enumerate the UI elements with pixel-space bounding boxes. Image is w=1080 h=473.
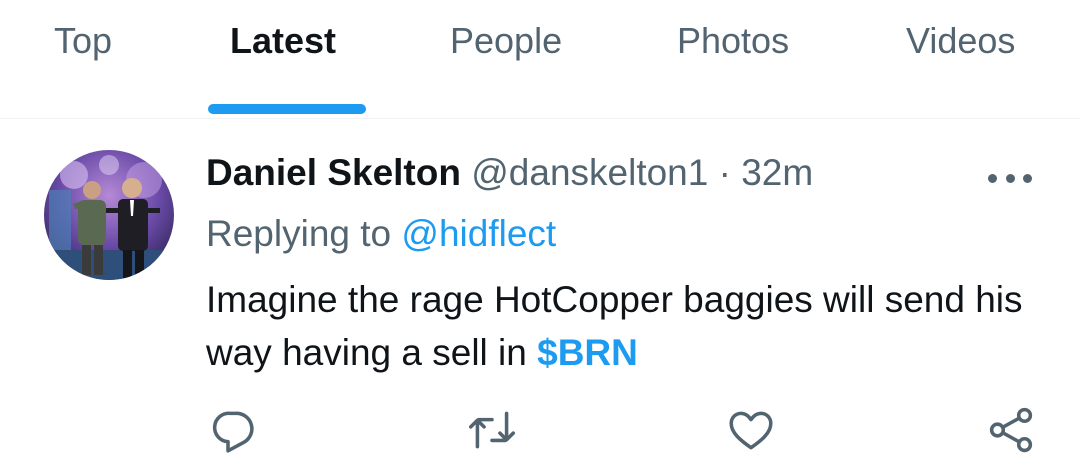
active-tab-indicator [208, 104, 366, 114]
share-button[interactable] [986, 405, 1036, 455]
replying-to-mention[interactable]: @hidflect [401, 213, 556, 254]
retweet-icon [468, 411, 516, 449]
tweet-header: Daniel Skelton @danskelton1 · 32m [206, 152, 813, 194]
retweet-button[interactable] [467, 405, 517, 455]
avatar[interactable] [44, 150, 174, 280]
cashtag-link[interactable]: $BRN [537, 332, 638, 373]
like-icon [729, 411, 773, 450]
tweet-text: Imagine the rage HotCopper baggies will … [206, 273, 1046, 379]
tab-videos[interactable]: Videos [906, 20, 1015, 62]
more-options-icon[interactable] [988, 166, 1032, 190]
tweet-timestamp[interactable]: 32m [741, 152, 813, 193]
like-button[interactable] [726, 405, 776, 455]
search-tabs: Top Latest People Photos Videos [0, 0, 1080, 119]
reply-icon [212, 411, 254, 453]
replying-to-label: Replying to [206, 213, 392, 254]
tab-latest[interactable]: Latest [230, 20, 336, 62]
header-separator: · [718, 152, 731, 193]
reply-button[interactable] [208, 405, 258, 455]
replying-to-line: Replying to @hidflect [206, 213, 556, 255]
tab-people[interactable]: People [450, 20, 562, 62]
author-name[interactable]: Daniel Skelton [206, 152, 461, 193]
author-handle[interactable]: @danskelton1 [471, 152, 708, 193]
tab-photos[interactable]: Photos [677, 20, 789, 62]
share-icon [989, 407, 1033, 453]
tab-top[interactable]: Top [54, 20, 112, 62]
